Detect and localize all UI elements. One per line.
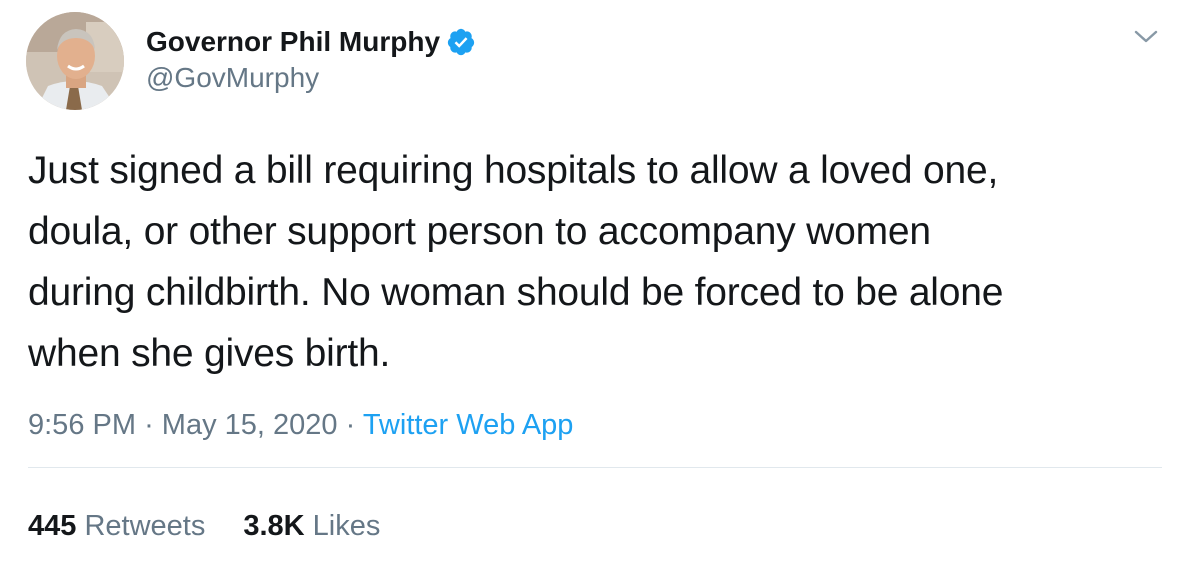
tweet-text: Just signed a bill requiring hospitals t… [28, 140, 1168, 384]
author-display-name[interactable]: Governor Phil Murphy [146, 26, 440, 58]
retweets-count: 445 [28, 510, 77, 542]
meta-separator: · [144, 409, 154, 441]
likes-count: 3.8K [243, 510, 305, 542]
tweet-stats: 445 Retweets 3.8K Likes [28, 510, 380, 543]
likes-label: Likes [312, 510, 381, 542]
chevron-down-icon[interactable] [1132, 26, 1160, 48]
tweet-metadata: 9:56 PM · May 15, 2020 · Twitter Web App [28, 409, 573, 442]
author-handle[interactable]: @GovMurphy [146, 62, 319, 94]
tweet-text-line: doula, or other support person to accomp… [28, 210, 931, 253]
avatar-photo [26, 12, 124, 110]
retweets-stat[interactable]: 445 Retweets [28, 510, 205, 542]
verified-badge-icon [446, 27, 476, 57]
avatar[interactable] [26, 12, 124, 110]
retweets-label: Retweets [84, 510, 206, 542]
meta-separator: · [345, 409, 356, 441]
tweet-card: Governor Phil Murphy @GovMurphy Just sig… [0, 0, 1184, 576]
author-name-row[interactable]: Governor Phil Murphy [146, 22, 476, 62]
tweet-date[interactable]: May 15, 2020 [162, 409, 338, 441]
tweet-source-link[interactable]: Twitter Web App [363, 409, 574, 441]
tweet-text-line: when she gives birth. [28, 332, 391, 375]
tweet-text-line: during childbirth. No woman should be fo… [28, 271, 1004, 314]
likes-stat[interactable]: 3.8K Likes [243, 510, 380, 542]
tweet-time[interactable]: 9:56 PM [28, 409, 136, 441]
tweet-text-line: Just signed a bill requiring hospitals t… [28, 149, 999, 192]
divider [28, 467, 1162, 468]
